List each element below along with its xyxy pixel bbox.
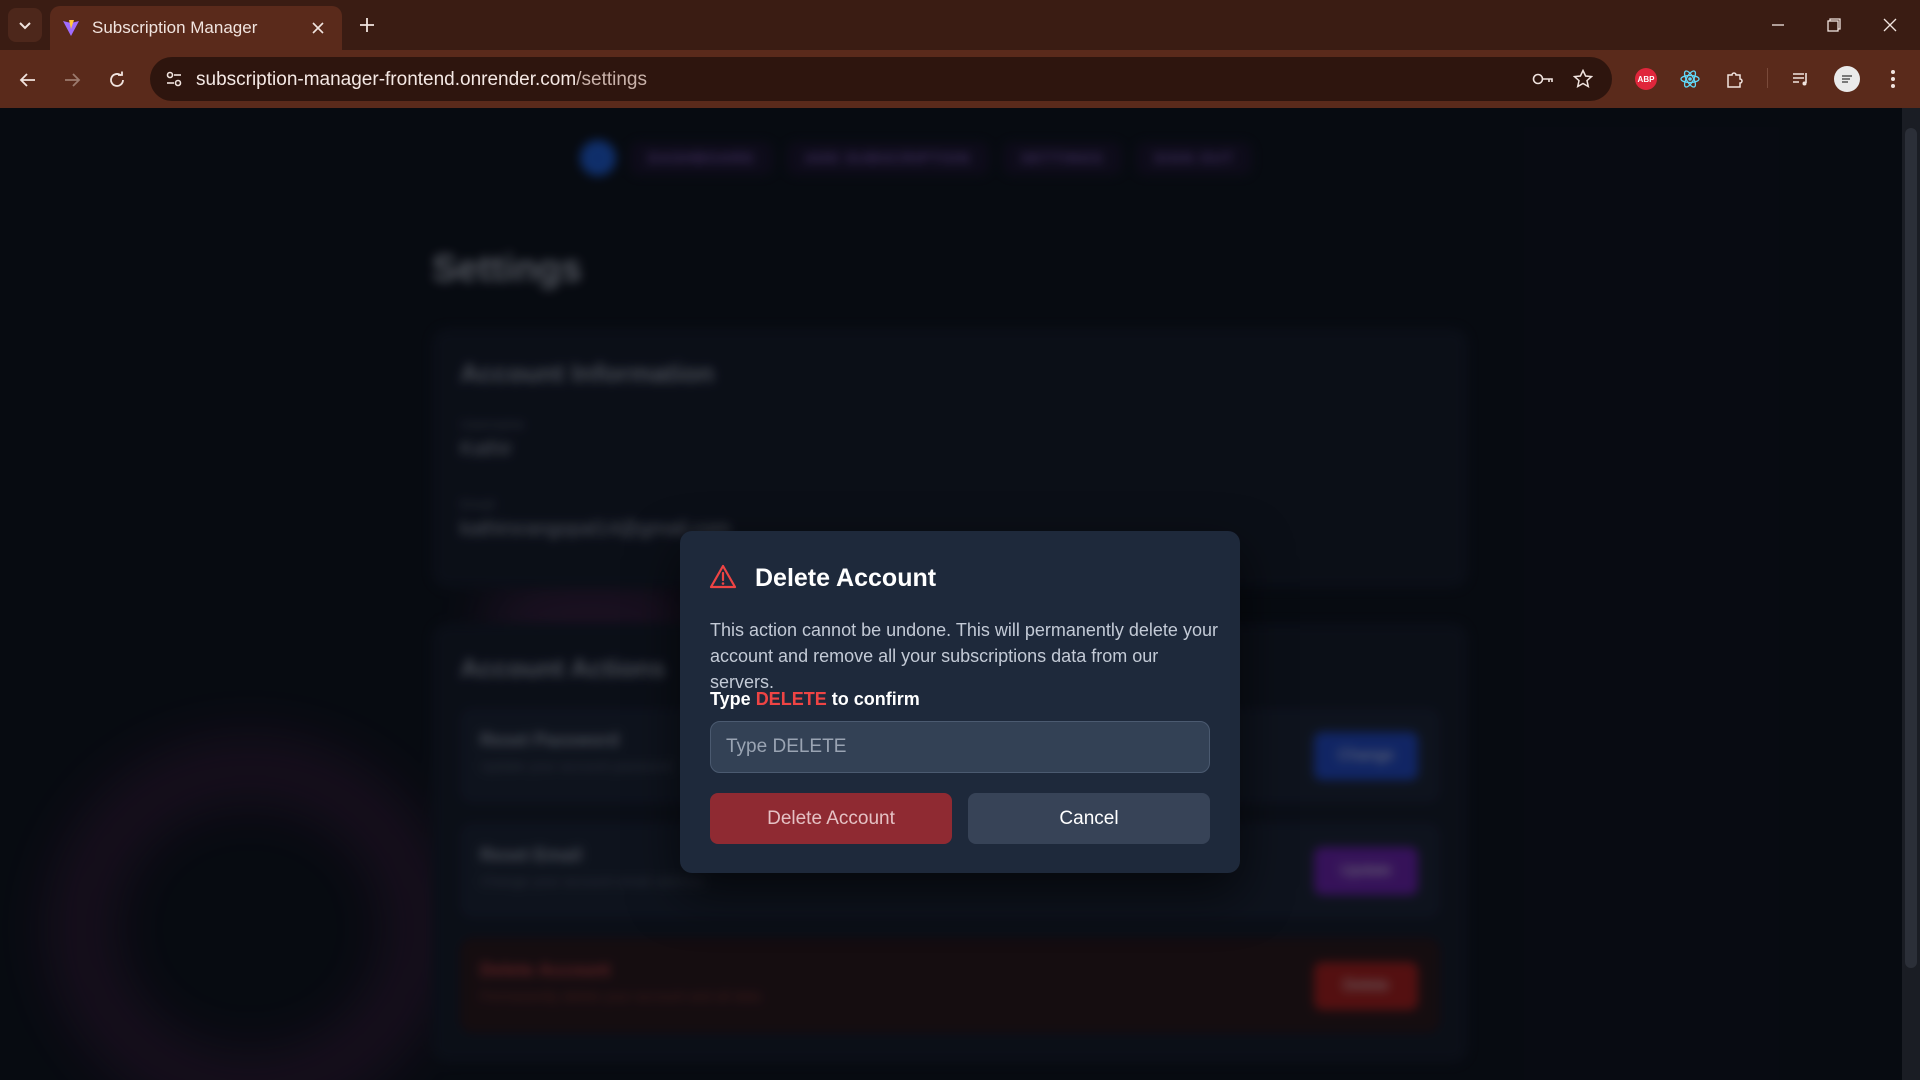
- more-vertical-icon: [1891, 70, 1895, 88]
- site-info-button[interactable]: [158, 63, 190, 95]
- address-bar[interactable]: subscription-manager-frontend.onrender.c…: [150, 57, 1612, 101]
- settings-page: DASHBOARD ADD SUBSCRIPTION SETTINGS SIGN…: [0, 108, 1920, 1080]
- tab-title: Subscription Manager: [92, 18, 258, 37]
- browser-toolbar: subscription-manager-frontend.onrender.c…: [0, 50, 1920, 108]
- adblock-extension-button[interactable]: ABP: [1630, 63, 1662, 95]
- bookmark-button[interactable]: [1568, 64, 1598, 94]
- extensions-button[interactable]: [1719, 63, 1751, 95]
- tune-icon: [166, 71, 182, 87]
- tab-search-button[interactable]: [8, 8, 42, 42]
- new-tab-button[interactable]: [352, 10, 382, 40]
- confirm-suffix: to confirm: [826, 689, 920, 709]
- page-scrollbar[interactable]: [1902, 108, 1920, 1080]
- profile-icon: [1842, 75, 1852, 83]
- browser-menu-button[interactable]: [1877, 63, 1909, 95]
- url-host: subscription-manager-frontend.onrender.c…: [196, 69, 577, 90]
- url-path: /settings: [576, 69, 647, 90]
- minimize-icon: [1772, 24, 1784, 26]
- delete-account-button[interactable]: Delete Account: [710, 793, 952, 844]
- playlist-icon: [1793, 73, 1807, 86]
- close-icon: [1883, 18, 1897, 32]
- confirm-instruction: Type DELETE to confirm: [710, 689, 920, 710]
- confirm-keyword: DELETE: [755, 689, 827, 709]
- react-icon: [1680, 70, 1700, 88]
- restore-button[interactable]: [1806, 0, 1862, 50]
- profile-button[interactable]: [1831, 63, 1863, 95]
- password-key-button[interactable]: [1528, 64, 1558, 94]
- chevron-down-icon: [19, 22, 31, 30]
- warning-triangle-icon: [709, 564, 737, 589]
- tab-active[interactable]: Subscription Manager: [50, 6, 342, 50]
- arrow-left-icon: [19, 73, 35, 87]
- puzzle-icon: [1727, 72, 1743, 88]
- url-text: subscription-manager-frontend.onrender.c…: [196, 69, 647, 91]
- media-controls-button[interactable]: [1785, 63, 1817, 95]
- close-window-button[interactable]: [1862, 0, 1918, 50]
- tab-close-button[interactable]: [306, 16, 330, 40]
- cancel-button[interactable]: Cancel: [968, 793, 1210, 844]
- scrollbar-thumb[interactable]: [1905, 128, 1917, 968]
- avatar: [1834, 66, 1860, 92]
- toolbar-separator: [1767, 68, 1768, 88]
- adblock-icon: ABP: [1635, 68, 1657, 90]
- modal-description: This action cannot be undone. This will …: [710, 620, 1218, 692]
- key-icon: [1532, 73, 1553, 85]
- close-icon: [312, 22, 324, 34]
- vite-favicon-icon: [63, 20, 79, 36]
- minimize-button[interactable]: [1750, 0, 1806, 50]
- restore-icon: [1827, 18, 1841, 32]
- star-icon: [1573, 69, 1593, 88]
- arrow-right-icon: [65, 73, 81, 87]
- modal-title: Delete Account: [755, 564, 937, 592]
- react-devtools-extension-button[interactable]: [1674, 63, 1706, 95]
- delete-account-modal: Delete Account This action cannot be und…: [680, 531, 1240, 873]
- reload-icon: [110, 71, 124, 87]
- confirm-prefix: Type: [710, 689, 756, 709]
- plus-icon: [360, 18, 374, 32]
- forward-button[interactable]: [56, 64, 88, 96]
- reload-button[interactable]: [101, 64, 133, 96]
- browser-tabstrip: Subscription Manager: [0, 0, 1920, 50]
- confirm-delete-input[interactable]: [710, 721, 1210, 773]
- back-button[interactable]: [12, 64, 44, 96]
